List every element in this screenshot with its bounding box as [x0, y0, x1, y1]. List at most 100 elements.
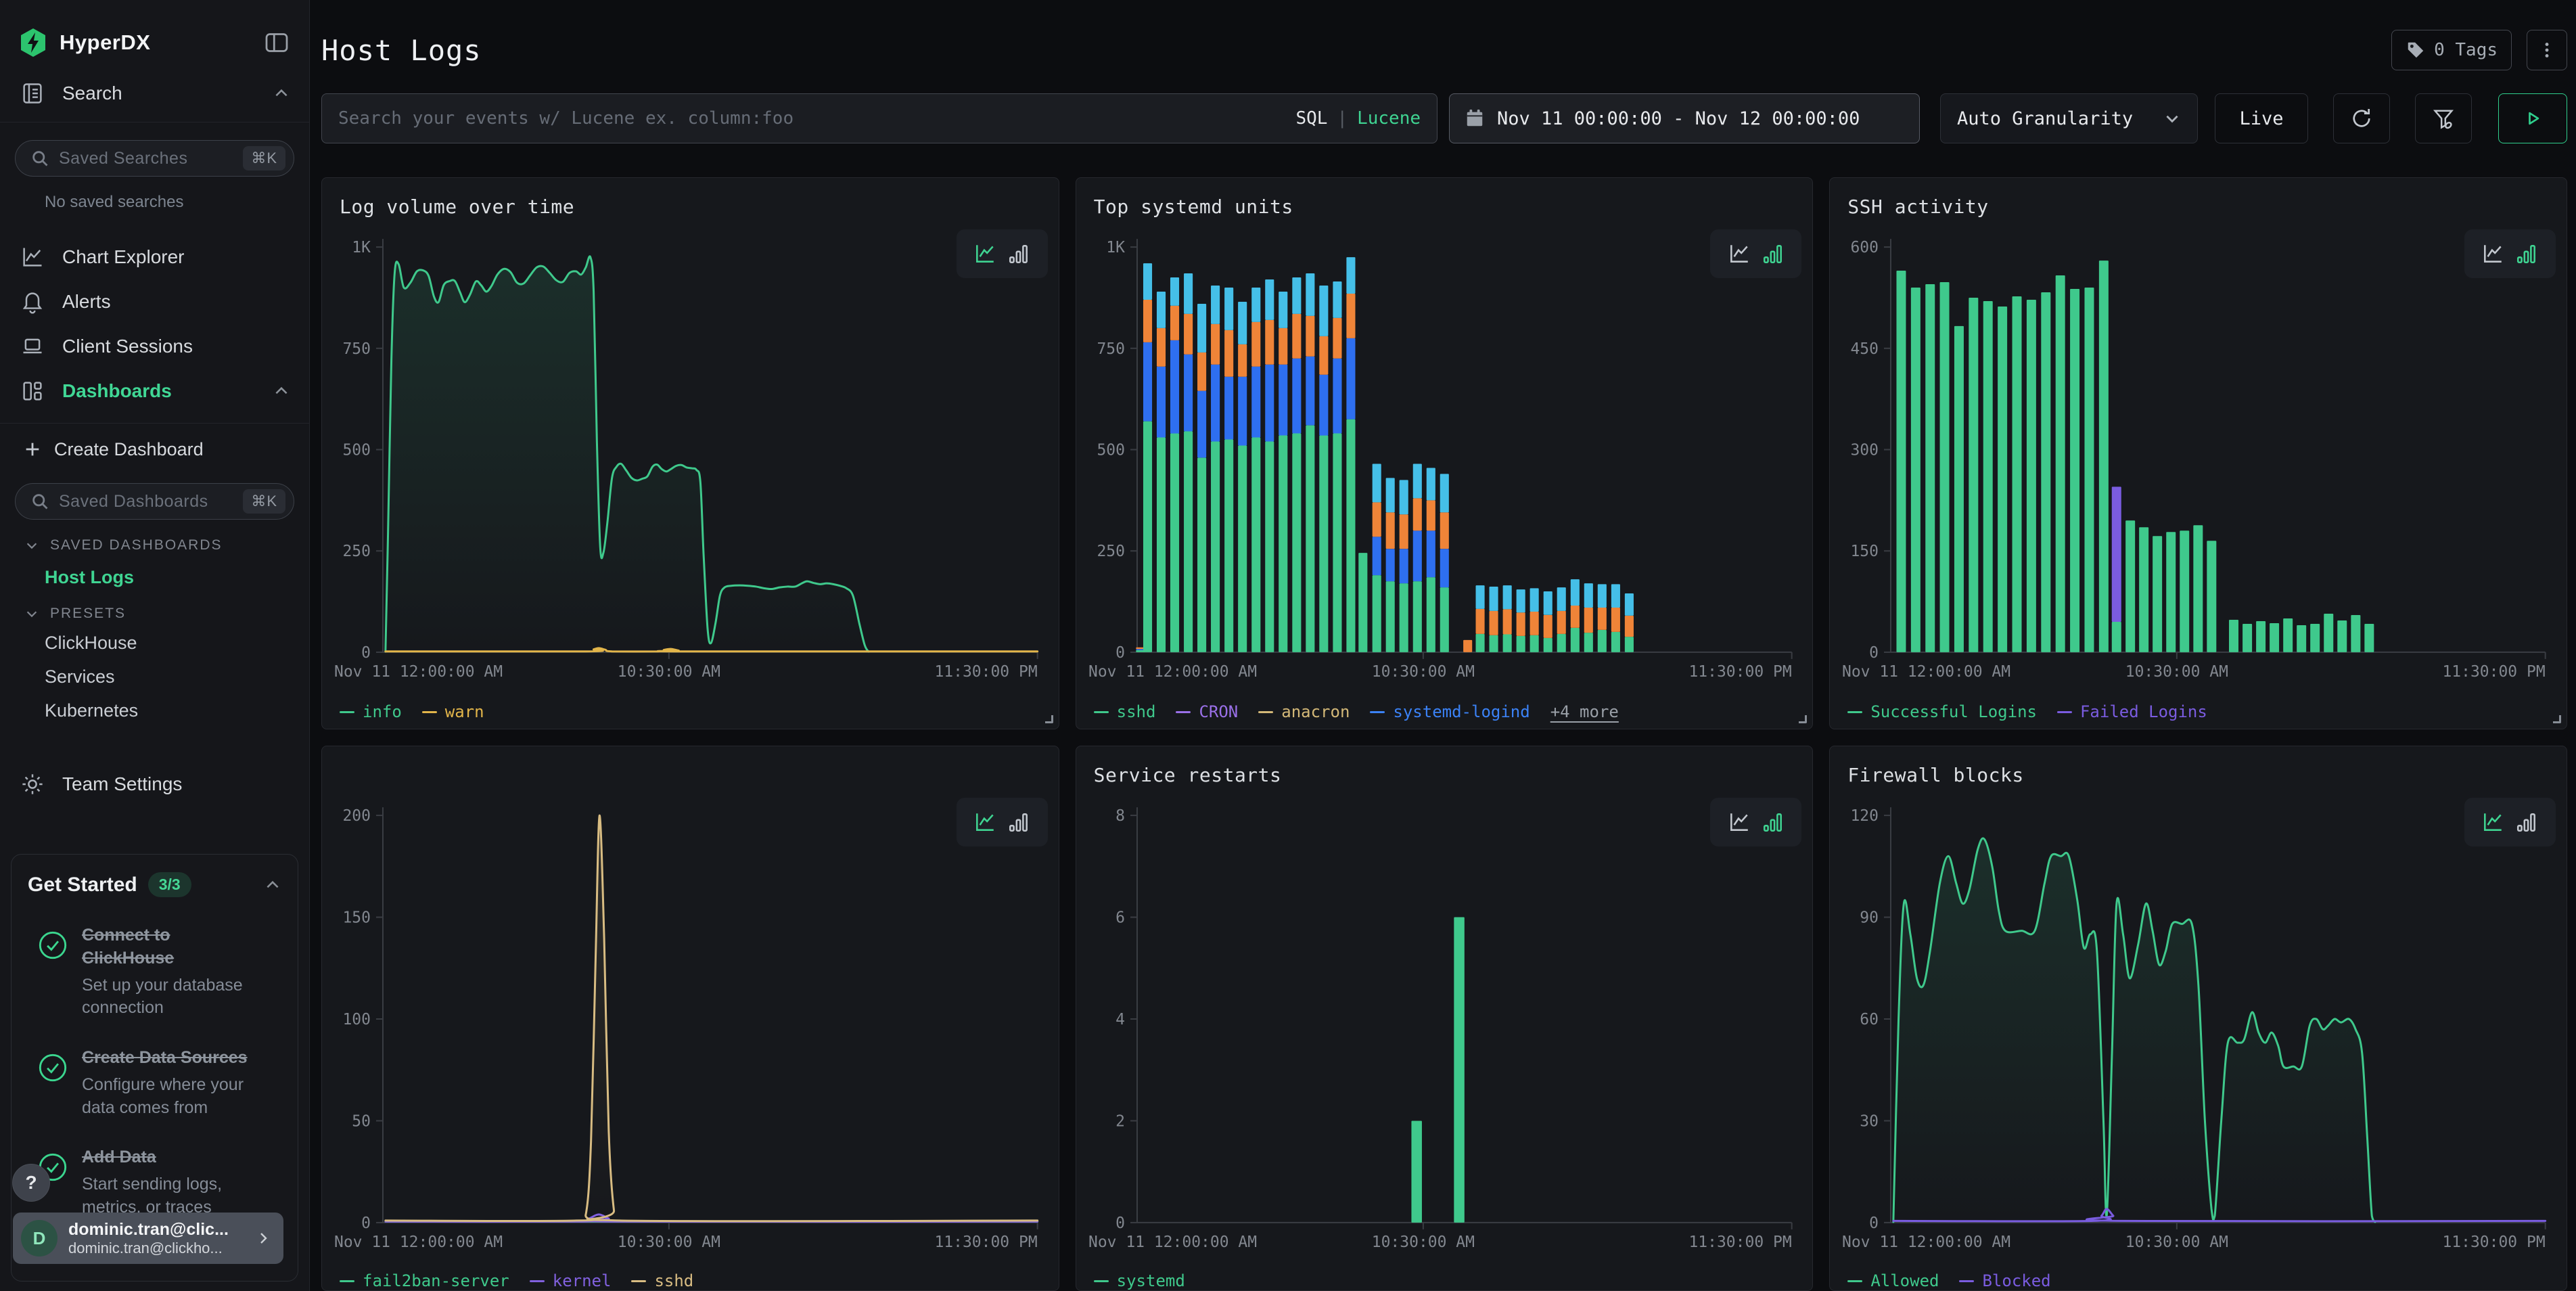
- bar-chart-icon[interactable]: [1007, 811, 1030, 834]
- legend-item[interactable]: systemd: [1094, 1271, 1185, 1290]
- refresh-button[interactable]: [2333, 93, 2390, 143]
- section-presets[interactable]: PRESETS: [24, 606, 309, 622]
- tags-button[interactable]: 0 Tags: [2391, 30, 2512, 70]
- filter-edit-icon: [2431, 106, 2456, 131]
- chart-legend: systemd: [1094, 1271, 1185, 1290]
- lucene-toggle[interactable]: Lucene: [1357, 108, 1421, 129]
- chart-legend: fail2ban-server kernel sshd: [340, 1271, 693, 1290]
- chart-canvas: 02505007501KNov 11 12:00:00 AM10:30:00 A…: [1076, 178, 1813, 729]
- bar-chart-icon[interactable]: [1762, 811, 1785, 834]
- sidebar-item-search[interactable]: Search: [0, 74, 309, 112]
- legend-item[interactable]: fail2ban-server: [340, 1271, 509, 1290]
- dashboard-grid-icon: [20, 379, 45, 403]
- legend-item[interactable]: systemd-logind: [1370, 702, 1530, 721]
- legend-item[interactable]: info: [340, 702, 402, 721]
- saved-dashboards-input[interactable]: Saved Dashboards ⌘K: [15, 483, 294, 520]
- sidebar-item-chart-explorer[interactable]: Chart Explorer: [0, 237, 309, 277]
- chevron-up-icon[interactable]: [273, 85, 290, 102]
- legend-item[interactable]: Failed Logins: [2057, 702, 2207, 721]
- chart-title: Firewall blocks: [1847, 764, 2023, 786]
- kebab-icon: [2537, 40, 2557, 60]
- tags-label: 0 Tags: [2434, 40, 2498, 60]
- sidebar-item-team-settings[interactable]: Team Settings: [0, 765, 309, 803]
- date-range-value: Nov 11 00:00:00 - Nov 12 00:00:00: [1497, 108, 1860, 129]
- get-started-item[interactable]: Add Data Start sending logs, metrics, or…: [28, 1146, 281, 1219]
- svg-text:10:30:00 AM: 10:30:00 AM: [618, 1233, 720, 1251]
- filter-button[interactable]: [2415, 93, 2472, 143]
- bar-chart-icon[interactable]: [2515, 242, 2538, 265]
- chevron-right-icon: [255, 1230, 271, 1246]
- granularity-select[interactable]: Auto Granularity: [1940, 93, 2198, 143]
- legend-item[interactable]: Successful Logins: [1847, 702, 2037, 721]
- line-chart-icon[interactable]: [2481, 242, 2504, 265]
- chevron-up-icon[interactable]: [264, 876, 281, 894]
- bar-chart-icon[interactable]: [2515, 811, 2538, 834]
- svg-text:Nov 11 12:00:00 AM: Nov 11 12:00:00 AM: [1088, 663, 1257, 681]
- legend-item[interactable]: anacron: [1258, 702, 1350, 721]
- resize-handle[interactable]: [1799, 715, 1807, 723]
- sidebar-collapse-icon[interactable]: [263, 29, 290, 56]
- run-query-button[interactable]: [2498, 93, 2567, 143]
- legend-item[interactable]: Allowed: [1847, 1271, 1939, 1290]
- sql-toggle[interactable]: SQL: [1295, 108, 1327, 129]
- chevron-up-icon[interactable]: [273, 382, 290, 400]
- line-chart-icon[interactable]: [1728, 242, 1751, 265]
- play-icon: [2521, 106, 2545, 131]
- preset-clickhouse[interactable]: ClickHouse: [45, 633, 309, 656]
- get-started-title: Get Started: [28, 874, 137, 897]
- svg-text:0: 0: [361, 1215, 371, 1232]
- line-chart-icon[interactable]: [973, 811, 996, 834]
- sidebar-item-label: Search: [62, 83, 273, 104]
- saved-dashboard-host-logs[interactable]: Host Logs: [45, 567, 309, 588]
- sidebar-item-label: Team Settings: [62, 773, 290, 795]
- get-started-item[interactable]: Connect to ClickHouse Set up your databa…: [28, 924, 281, 1020]
- preset-kubernetes[interactable]: Kubernetes: [45, 700, 309, 723]
- date-range-picker[interactable]: Nov 11 00:00:00 - Nov 12 00:00:00: [1449, 93, 1920, 143]
- svg-text:300: 300: [1851, 441, 1879, 459]
- help-button[interactable]: ?: [12, 1164, 50, 1202]
- get-started-header[interactable]: Get Started 3/3: [28, 872, 281, 897]
- legend-item[interactable]: sshd: [631, 1271, 693, 1290]
- svg-text:11:30:00 PM: 11:30:00 PM: [1688, 1233, 1791, 1251]
- preset-services[interactable]: Services: [45, 666, 309, 689]
- tag-icon: [2406, 40, 2426, 60]
- user-account-chip[interactable]: D dominic.tran@clic... dominic.tran@clic…: [13, 1213, 283, 1264]
- chart-panel-ssh-activity: SSH activity 0150300450600Nov 11 12:00:0…: [1829, 177, 2567, 729]
- svg-text:500: 500: [1097, 441, 1125, 459]
- svg-text:11:30:00 PM: 11:30:00 PM: [2443, 1233, 2546, 1251]
- sidebar-item-alerts[interactable]: Alerts: [0, 282, 309, 321]
- svg-text:1K: 1K: [352, 239, 371, 256]
- legend-item[interactable]: Blocked: [1959, 1271, 2050, 1290]
- resize-handle[interactable]: [2553, 715, 2561, 723]
- legend-item[interactable]: kernel: [530, 1271, 612, 1290]
- avatar: D: [21, 1220, 58, 1256]
- legend-item[interactable]: sshd: [1094, 702, 1156, 721]
- line-chart-icon[interactable]: [973, 242, 996, 265]
- line-chart-icon[interactable]: [2481, 811, 2504, 834]
- page-header: Host Logs 0 Tags: [321, 34, 2567, 70]
- chart-type-toggle: [2464, 229, 2556, 278]
- event-search-input[interactable]: Search your events w/ Lucene ex. column:…: [321, 93, 1438, 143]
- create-dashboard-button[interactable]: Create Dashboard: [0, 433, 309, 466]
- get-started-item[interactable]: Create Data Sources Configure where your…: [28, 1047, 281, 1119]
- svg-text:0: 0: [1116, 1215, 1125, 1232]
- legend-item[interactable]: warn: [422, 702, 484, 721]
- sidebar-item-client-sessions[interactable]: Client Sessions: [0, 327, 309, 366]
- bar-chart-icon[interactable]: [1007, 242, 1030, 265]
- resize-handle[interactable]: [1045, 715, 1053, 723]
- more-menu-button[interactable]: [2527, 30, 2567, 70]
- svg-text:11:30:00 PM: 11:30:00 PM: [934, 1233, 1037, 1251]
- app-root: HyperDX Search Saved Searches ⌘K No save…: [0, 0, 2576, 1291]
- saved-searches-input[interactable]: Saved Searches ⌘K: [15, 140, 294, 177]
- bar-chart-icon[interactable]: [1762, 242, 1785, 265]
- live-button[interactable]: Live: [2215, 93, 2308, 143]
- bell-icon: [20, 290, 45, 314]
- kbd-shortcut: ⌘K: [243, 489, 285, 514]
- chart-type-toggle: [957, 798, 1048, 846]
- legend-more-link[interactable]: +4 more: [1550, 702, 1619, 721]
- chart-legend: Successful Logins Failed Logins: [1847, 702, 2207, 721]
- section-saved-dashboards[interactable]: SAVED DASHBOARDS: [24, 537, 309, 553]
- line-chart-icon[interactable]: [1728, 811, 1751, 834]
- legend-item[interactable]: CRON: [1176, 702, 1238, 721]
- sidebar-item-dashboards[interactable]: Dashboards: [0, 371, 309, 411]
